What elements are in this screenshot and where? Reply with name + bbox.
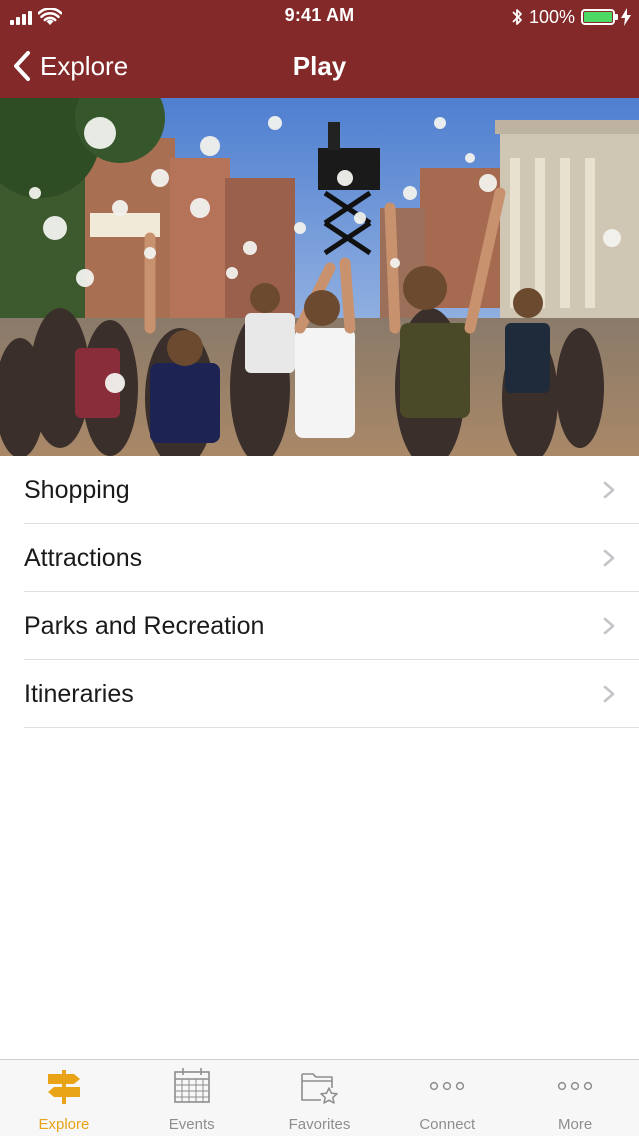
tab-label: More <box>557 1116 593 1133</box>
tab-more[interactable]: More <box>511 1060 639 1136</box>
menu-item-parks-and-recreation[interactable]: Parks and Recreation <box>0 592 639 660</box>
back-label: Explore <box>40 50 129 81</box>
hero-illustration <box>0 98 639 456</box>
menu-item-itineraries[interactable]: Itineraries <box>0 660 639 728</box>
ellipsis-icon <box>557 1081 593 1091</box>
tab-favorites[interactable]: Favorites <box>256 1060 384 1136</box>
navigation-bar: Explore Play <box>0 34 639 98</box>
chevron-left-icon <box>14 51 30 81</box>
tab-events[interactable]: Events <box>128 1060 256 1136</box>
ellipsis-icon <box>430 1081 465 1091</box>
status-right: 100% <box>511 6 631 28</box>
menu-item-attractions[interactable]: Attractions <box>0 524 639 592</box>
status-bar: 9:41 AM 100% <box>0 0 639 34</box>
signpost-icon <box>47 1070 80 1104</box>
calendar-icon <box>173 1068 210 1103</box>
back-button[interactable]: Explore <box>12 48 128 84</box>
tab-connect[interactable]: Connect <box>383 1060 511 1136</box>
tab-explore[interactable]: Explore <box>0 1060 128 1136</box>
menu-item-label: Itineraries <box>24 680 134 708</box>
menu-item-label: Parks and Recreation <box>24 612 265 640</box>
chevron-right-icon <box>603 617 615 635</box>
chevron-right-icon <box>603 549 615 567</box>
battery-icon <box>581 9 618 25</box>
menu-item-shopping[interactable]: Shopping <box>0 456 639 524</box>
tab-label: Connect <box>419 1116 476 1133</box>
menu-list: Shopping Attractions Parks and Recreatio… <box>0 456 639 728</box>
folder-star-icon <box>301 1073 339 1104</box>
battery-percent: 100% <box>528 6 575 27</box>
hero-photo-parade-crowd <box>0 98 639 456</box>
tab-bar: Explore Events Favorites Connect More <box>0 1059 639 1136</box>
charging-bolt-icon <box>621 8 631 26</box>
screen: 9:41 AM 100% Explore Play Shopping Attra… <box>0 0 639 1136</box>
header: 9:41 AM 100% Explore Play <box>0 0 639 98</box>
chevron-right-icon <box>603 685 615 703</box>
menu-item-label: Attractions <box>24 544 143 572</box>
tab-label: Explore <box>38 1116 90 1133</box>
chevron-right-icon <box>603 481 615 499</box>
tab-label: Events <box>168 1116 215 1133</box>
bluetooth-icon <box>512 9 522 25</box>
menu-item-label: Shopping <box>24 476 130 504</box>
tab-label: Favorites <box>288 1116 351 1133</box>
